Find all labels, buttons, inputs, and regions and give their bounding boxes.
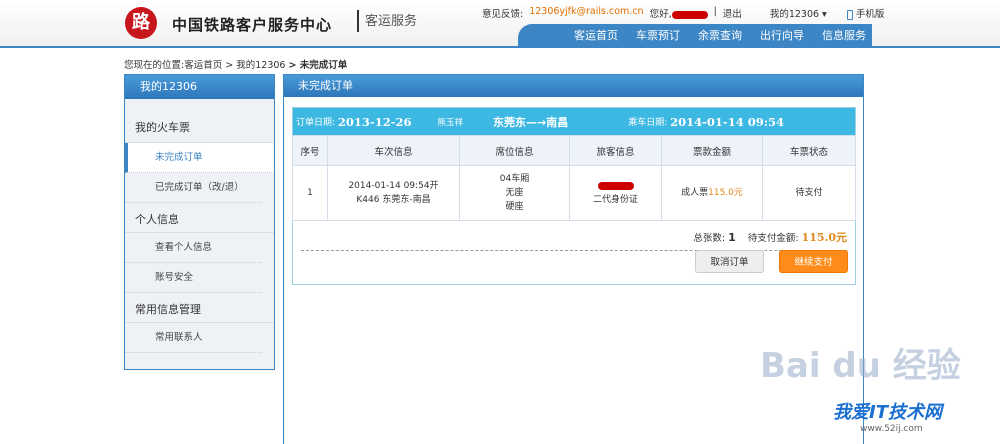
table-header: 序号 车次信息 席位信息 旅客信息 票款金额 车票状态 [292, 135, 856, 166]
separator: | [713, 6, 717, 17]
route: 东莞东—→南昌 [493, 115, 569, 129]
sidebar-group-tickets: 我的火车票 [125, 99, 274, 143]
brand-subtitle: 客运服务 [357, 10, 417, 32]
order-date-label: 订单日期: [296, 118, 336, 128]
sidebar-group-common: 常用信息管理 [125, 293, 274, 323]
col-seat: 席位信息 [459, 135, 570, 166]
passenger-name: 熊玉祥 [437, 117, 463, 128]
breadcrumb: 您现在的位置:客运首页 > 我的12306 > 未完成订单 [124, 57, 347, 71]
railway-logo-icon[interactable]: 路 [125, 7, 157, 39]
cell-price: 成人票115.0元 [661, 165, 763, 221]
cell-seat: 04车厢无座硬座 [459, 165, 570, 221]
train-time: 2014-01-14 09:54开 [348, 181, 439, 191]
redacted-passenger [597, 181, 634, 190]
order-summary-bar: 订单日期: 2013-12-26 熊玉祥 东莞东—→南昌 乘车日期: 2014-… [293, 108, 855, 135]
ride-date-label: 乘车日期: [628, 118, 668, 128]
nav-remaining[interactable]: 余票查询 [698, 24, 742, 48]
id-type: 二代身份证 [592, 195, 638, 205]
sidebar: 我的12306 我的火车票 未完成订单 已完成订单（改/退） 个人信息 查看个人… [124, 74, 275, 370]
cell-status: 待支付 [762, 165, 856, 221]
greeting: 您好, [649, 9, 672, 20]
coach: 04车厢 [499, 174, 530, 184]
ticket-price: 115.0元 [708, 188, 743, 198]
sidebar-item-finished-orders[interactable]: 已完成订单（改/退） [125, 173, 262, 203]
main-title: 未完成订单 [284, 75, 863, 97]
breadcrumb-prefix: 您现在的位置: [124, 60, 185, 71]
due-amount: 115.0元 [801, 231, 847, 244]
order-total: 总张数: 1 待支付金额: 115.0元 [293, 221, 855, 250]
cancel-order-button[interactable]: 取消订单 [695, 250, 764, 273]
seat-no: 无座 [505, 188, 524, 198]
seat-type: 硬座 [505, 202, 524, 212]
nav-info[interactable]: 信息服务 [822, 24, 866, 48]
order-table: 序号 车次信息 席位信息 旅客信息 票款金额 车票状态 1 2014-01-14… [292, 135, 856, 221]
redacted-username [671, 10, 708, 19]
phone-icon [846, 9, 853, 20]
watermark-baidu: Bai du 经验 [760, 346, 961, 386]
ticket-type: 成人票 [681, 188, 709, 198]
nav-guide[interactable]: 出行向导 [760, 24, 804, 48]
breadcrumb-current: > 未完成订单 [288, 60, 348, 71]
table-row: 1 2014-01-14 09:54开 K446 东莞东-南昌 04车厢 无座 硬座 … [292, 165, 856, 221]
col-no: 序号 [292, 135, 328, 166]
site-header: 路 中国铁路客户服务中心 客运服务 意见反馈: 12306yjfk@rails.… [0, 0, 1000, 48]
sidebar-item-view-profile[interactable]: 查看个人信息 [125, 233, 262, 263]
order-date: 2013-12-26 [337, 114, 412, 129]
col-price: 票款金额 [661, 135, 763, 166]
feedback-label: 意见反馈: [482, 9, 524, 20]
order-card: 订单日期: 2013-12-26 熊玉祥 东莞东—→南昌 乘车日期: 2014-… [292, 107, 856, 285]
logout-link[interactable]: 退出 [723, 6, 742, 20]
sidebar-group-personal: 个人信息 [125, 203, 274, 233]
watermark-site: 我爱IT技术网 [833, 402, 942, 423]
ride-date: 2014-01-14 09:54 [670, 114, 784, 129]
main-nav: 客运首页 车票预订 余票查询 出行向导 信息服务 [518, 24, 872, 48]
nav-booking[interactable]: 车票预订 [636, 24, 680, 48]
cell-train: 2014-01-14 09:54开 K446 东莞东-南昌 [327, 165, 460, 221]
sidebar-item-account-security[interactable]: 账号安全 [125, 263, 262, 293]
breadcrumb-home[interactable]: 客运首页 [184, 60, 222, 71]
sidebar-title: 我的12306 [125, 75, 274, 99]
cell-no: 1 [292, 165, 328, 221]
train-number: K446 东莞东-南昌 [356, 195, 431, 205]
watermark-url: www.52ij.com [860, 424, 923, 434]
due-label: 待支付金额: [747, 233, 799, 244]
continue-pay-button[interactable]: 继续支付 [779, 250, 848, 273]
col-train: 车次信息 [327, 135, 460, 166]
top-links: 意见反馈: 12306yjfk@rails.com.cn 您好, | 退出 我的… [482, 6, 884, 20]
total-count: 1 [728, 231, 736, 244]
mobile-link[interactable]: 手机版 [846, 6, 885, 20]
breadcrumb-my12306[interactable]: > 我的12306 [225, 60, 285, 71]
brand-title: 中国铁路客户服务中心 [172, 16, 333, 34]
nav-home[interactable]: 客运首页 [574, 24, 618, 48]
sidebar-item-unfinished-orders[interactable]: 未完成订单 [125, 143, 274, 173]
col-status: 车票状态 [762, 135, 856, 166]
main-panel: 未完成订单 订单日期: 2013-12-26 熊玉祥 东莞东—→南昌 乘车日期:… [283, 74, 864, 444]
total-label: 总张数: [693, 233, 726, 244]
cell-passenger: 二代身份证 [569, 165, 662, 221]
col-passenger: 旅客信息 [569, 135, 662, 166]
sidebar-item-contacts[interactable]: 常用联系人 [125, 323, 262, 353]
feedback-email-link[interactable]: 12306yjfk@rails.com.cn [529, 6, 643, 20]
mobile-label: 手机版 [855, 9, 885, 20]
my12306-dropdown[interactable]: 我的12306 ▾ [770, 6, 827, 20]
